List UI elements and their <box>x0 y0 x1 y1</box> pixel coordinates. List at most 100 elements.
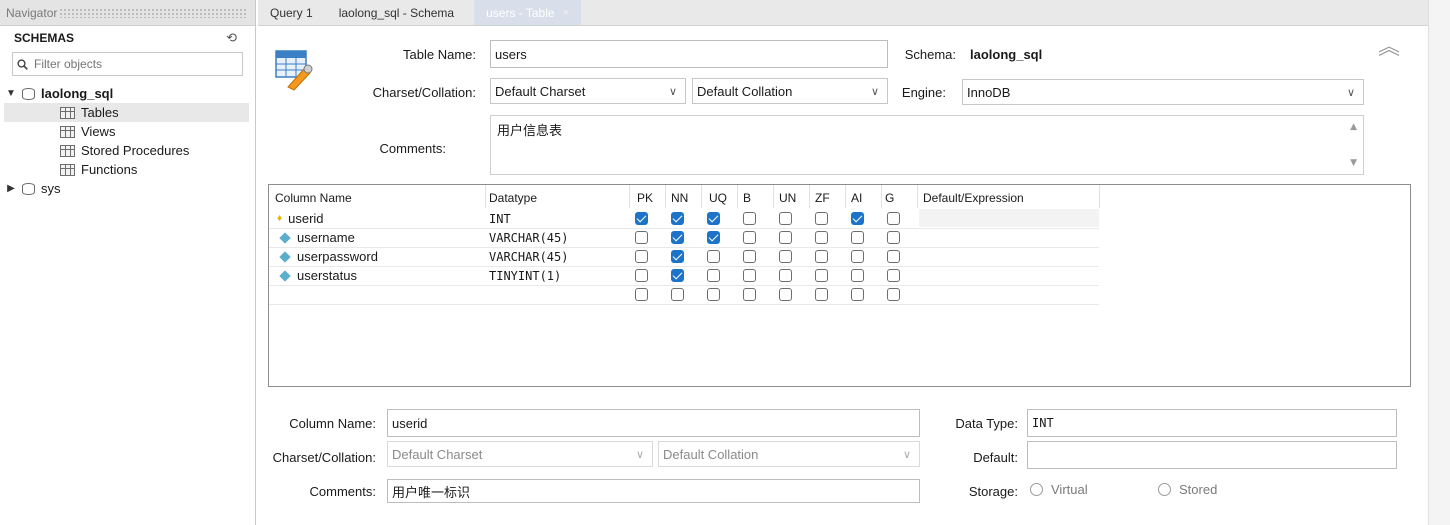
scroll-up-icon[interactable]: ▲ <box>1350 122 1357 132</box>
comments-textarea[interactable]: 用户信息表 ▲ ▼ <box>490 115 1364 175</box>
flag-checkbox-zf[interactable] <box>815 288 828 301</box>
flag-checkbox-b[interactable] <box>743 288 756 301</box>
virtual-radio[interactable] <box>1030 483 1043 496</box>
default-expression-cell[interactable] <box>919 209 1099 227</box>
flag-checkbox-zf[interactable] <box>815 269 828 282</box>
flag-checkbox-b[interactable] <box>743 212 756 225</box>
column-name-input[interactable]: userid <box>387 409 920 437</box>
collapse-panel-icon[interactable]: ︽ <box>1378 36 1400 58</box>
flag-checkbox-ai[interactable] <box>851 231 864 244</box>
flag-checkbox-ai[interactable] <box>851 212 864 225</box>
flag-checkbox-uq[interactable] <box>707 231 720 244</box>
column-row-datatype[interactable]: VARCHAR(45) <box>489 247 568 266</box>
flag-checkbox-nn[interactable] <box>671 288 684 301</box>
column-header[interactable]: Default/Expression <box>923 188 1024 207</box>
flag-checkbox-nn[interactable] <box>671 269 684 282</box>
flag-checkbox-zf[interactable] <box>815 250 828 263</box>
flag-checkbox-uq[interactable] <box>707 250 720 263</box>
columns-grid[interactable]: Column Name Datatype PK NN UQ B UN ZF AI G Default… <box>268 184 1411 387</box>
tree-item-functions[interactable]: Functions <box>4 160 255 179</box>
refresh-icon[interactable]: ⟲ <box>226 30 237 46</box>
flag-checkbox-zf[interactable] <box>815 231 828 244</box>
data-type-input[interactable]: INT <box>1027 409 1397 437</box>
flag-checkbox-b[interactable] <box>743 250 756 263</box>
flag-checkbox-un[interactable] <box>779 250 792 263</box>
flag-checkbox-zf[interactable] <box>815 212 828 225</box>
flag-checkbox-ai[interactable] <box>851 250 864 263</box>
flag-checkbox-pk[interactable] <box>635 250 648 263</box>
flag-checkbox-ai[interactable] <box>851 288 864 301</box>
flag-checkbox-g[interactable] <box>887 269 900 282</box>
flag-checkbox-pk[interactable] <box>635 288 648 301</box>
column-row-datatype[interactable]: VARCHAR(45) <box>489 228 568 247</box>
column-charset-select[interactable]: Default Charset ∨ <box>387 441 653 467</box>
table-name-label: Table Name: <box>403 47 476 62</box>
stored-radio[interactable] <box>1158 483 1171 496</box>
tree-item-stored-procedures[interactable]: Stored Procedures <box>4 141 255 160</box>
flag-checkbox-g[interactable] <box>887 231 900 244</box>
table-name-input[interactable]: users <box>490 40 888 68</box>
column-header[interactable]: G <box>885 188 894 207</box>
tree-item-views[interactable]: Views <box>4 122 255 141</box>
flag-checkbox-uq[interactable] <box>707 288 720 301</box>
column-row-name[interactable]: userpassword <box>277 247 378 266</box>
tree-item-tables[interactable]: Tables <box>4 103 249 122</box>
column-header[interactable]: B <box>743 188 751 207</box>
engine-select[interactable]: InnoDB ∨ <box>962 79 1364 105</box>
filter-input[interactable] <box>34 57 224 71</box>
flag-checkbox-un[interactable] <box>779 212 792 225</box>
flag-checkbox-ai[interactable] <box>851 269 864 282</box>
close-icon[interactable]: × <box>563 7 569 19</box>
expanded-arrow-icon[interactable]: ▼ <box>4 88 18 99</box>
column-header[interactable]: Column Name <box>275 188 352 207</box>
flag-checkbox-pk[interactable] <box>635 212 648 225</box>
collapsed-arrow-icon[interactable]: ▶ <box>4 183 18 194</box>
collation-select[interactable]: Default Collation ∨ <box>692 78 888 104</box>
column-header[interactable]: Datatype <box>489 188 537 207</box>
column-collation-select[interactable]: Default Collation ∨ <box>658 441 920 467</box>
tab-users-table[interactable]: users - Table × <box>474 0 582 25</box>
column-header[interactable]: AI <box>851 188 862 207</box>
storage-stored-option[interactable]: Stored <box>1158 482 1217 497</box>
column-header[interactable]: ZF <box>815 188 830 207</box>
charset-select[interactable]: Default Charset ∨ <box>490 78 686 104</box>
storage-virtual-option[interactable]: Virtual <box>1030 482 1088 497</box>
column-comments-input[interactable]: 用户唯一标识 <box>387 479 920 503</box>
right-sidebar-strip <box>1428 0 1450 525</box>
schema-node-laolong-sql[interactable]: ▼ laolong_sql <box>4 84 255 103</box>
flag-checkbox-g[interactable] <box>887 250 900 263</box>
panel-grip[interactable] <box>59 7 247 18</box>
flag-checkbox-pk[interactable] <box>635 269 648 282</box>
column-row-name[interactable]: ♦ userid <box>277 209 324 228</box>
column-row-datatype[interactable]: INT <box>489 209 511 228</box>
tab-query-1[interactable]: Query 1 <box>258 0 327 25</box>
scroll-down-icon[interactable]: ▼ <box>1350 158 1357 168</box>
flag-checkbox-nn[interactable] <box>671 250 684 263</box>
column-header[interactable]: PK <box>637 188 653 207</box>
flag-checkbox-uq[interactable] <box>707 269 720 282</box>
column-header[interactable]: UN <box>779 188 796 207</box>
flag-checkbox-g[interactable] <box>887 288 900 301</box>
flag-checkbox-un[interactable] <box>779 231 792 244</box>
flag-checkbox-b[interactable] <box>743 269 756 282</box>
column-row-name[interactable]: userstatus <box>277 266 357 285</box>
tree-item-label: Views <box>81 124 116 139</box>
flag-checkbox-un[interactable] <box>779 288 792 301</box>
data-type-label: Data Type: <box>955 416 1018 431</box>
flag-checkbox-nn[interactable] <box>671 212 684 225</box>
flag-checkbox-g[interactable] <box>887 212 900 225</box>
filter-box[interactable] <box>12 52 243 76</box>
tab-schema[interactable]: laolong_sql - Schema <box>327 0 468 25</box>
flag-checkbox-uq[interactable] <box>707 212 720 225</box>
column-row-name[interactable]: username <box>277 228 355 247</box>
chevron-down-icon: ∨ <box>1346 86 1355 99</box>
flag-checkbox-pk[interactable] <box>635 231 648 244</box>
flag-checkbox-nn[interactable] <box>671 231 684 244</box>
column-header[interactable]: NN <box>671 188 688 207</box>
column-header[interactable]: UQ <box>709 188 727 207</box>
flag-checkbox-b[interactable] <box>743 231 756 244</box>
schema-node-sys[interactable]: ▶ sys <box>4 179 255 198</box>
default-input[interactable] <box>1027 441 1397 469</box>
flag-checkbox-un[interactable] <box>779 269 792 282</box>
column-row-datatype[interactable]: TINYINT(1) <box>489 266 561 285</box>
